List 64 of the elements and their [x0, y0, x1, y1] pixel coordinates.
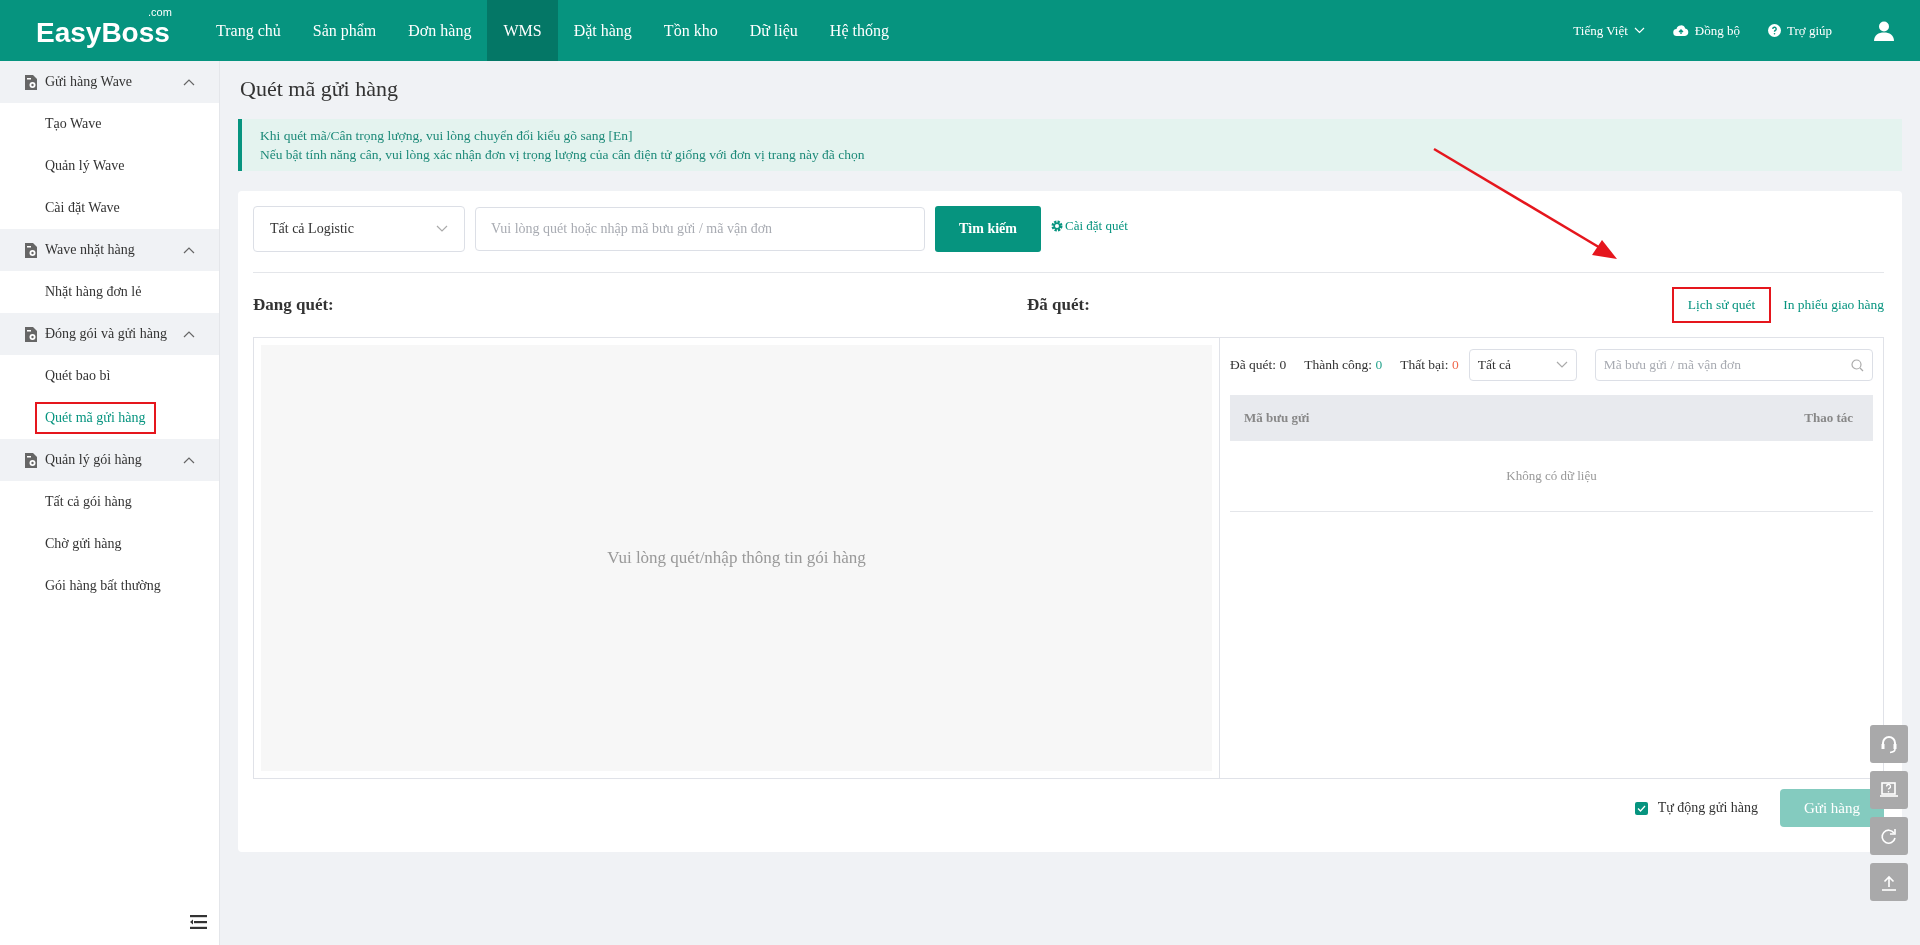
nav-tab[interactable]: Tồn kho [647, 0, 734, 61]
upload-button[interactable] [1870, 863, 1908, 901]
sidebar-group-header[interactable]: Đóng gói và gửi hàng [0, 313, 219, 355]
caret-icon [1633, 27, 1645, 34]
nav-tab[interactable]: Trang chủ [200, 0, 297, 61]
stat-label: Đã quét: 0 [1230, 357, 1287, 373]
help-button[interactable]: Trợ giúp [1767, 22, 1832, 39]
sidebar-item[interactable]: Cài đặt Wave [35, 192, 130, 224]
nav-tab[interactable]: Sản phẩm [296, 0, 393, 61]
section-title: Đã quét: [1027, 295, 1090, 315]
sidebar-item[interactable]: Gói hàng bất thường [35, 570, 171, 602]
gear-icon [1051, 220, 1063, 232]
sidebar-item[interactable]: Quét bao bì [35, 360, 121, 392]
search-icon [1851, 358, 1864, 372]
sidebar-item[interactable]: Nhặt hàng đơn lẻ [35, 276, 152, 308]
headset-button[interactable] [1870, 725, 1908, 763]
sidebar-group-header[interactable]: Wave nhặt hàng [0, 229, 219, 271]
scan-history-link[interactable]: Lịch sử quét [1671, 287, 1772, 323]
section-title: Đang quét: [253, 295, 334, 314]
caret-icon [436, 225, 448, 233]
document-gear-icon [24, 452, 38, 468]
sidebar-item[interactable]: Tất cả gói hàng [35, 486, 142, 518]
collapse-menu-icon[interactable] [190, 915, 207, 929]
user-icon[interactable] [1874, 20, 1894, 41]
page-title: Quét mã gửi hàng [240, 75, 399, 103]
nav-tab[interactable]: Hệ thống [813, 0, 905, 61]
auto-send-checkbox[interactable] [1634, 801, 1648, 815]
nav-tab[interactable]: WMS [487, 0, 558, 61]
sidebar-group-header[interactable]: Gửi hàng Wave [0, 61, 219, 103]
search-field[interactable]: Vui lòng quét hoặc nhập mã bưu gửi / mã vận đơn [475, 207, 925, 251]
scan-settings-link[interactable]: Cài đặt quét [1051, 218, 1128, 234]
sync-button[interactable]: Đồng bộ [1672, 22, 1740, 39]
status-select[interactable]: Tất cả [1468, 349, 1577, 381]
sidebar-item[interactable]: Chờ gửi hàng [35, 528, 132, 560]
stat-label: Thất bại: 0 [1400, 357, 1459, 373]
help-book-button[interactable] [1870, 771, 1908, 809]
column-header: Thao tác [1804, 410, 1853, 426]
logo-suffix: .com [148, 6, 172, 18]
logo-text: EasyBoss [36, 17, 170, 49]
help-icon [1767, 24, 1781, 37]
nav-tab[interactable]: Đặt hàng [557, 0, 648, 61]
search-button[interactable]: Tìm kiếm [935, 206, 1041, 252]
sidebar-item[interactable]: Quản lý Wave [35, 150, 135, 182]
refresh-button[interactable] [1870, 817, 1908, 855]
sidebar-group-header[interactable]: Quản lý gói hàng [0, 439, 219, 481]
nav-tab[interactable]: Dữ liệu [733, 0, 814, 61]
logistics-select[interactable]: Tất cả Logistic [253, 206, 465, 252]
empty-message: Vui lòng quét/nhập thông tin gói hàng [607, 548, 866, 568]
caret-icon [1555, 361, 1568, 369]
language-select[interactable]: Tiếng Việt [1573, 22, 1645, 39]
document-gear-icon [24, 326, 38, 342]
document-gear-icon [24, 242, 38, 258]
checkbox-label: Tự động gửi hàng [1657, 800, 1758, 816]
nav-tab[interactable]: Đơn hàng [392, 0, 488, 61]
scanned-search-field[interactable]: Mã bưu gửi / mã vận đơn [1594, 349, 1873, 381]
notice-banner: Khi quét mã/Cân trọng lượng, vui lòng chuyển đổi kiểu gõ sang [En] Nếu bật tính năng cân, vui lòng xác nhận đơn vị trọng lượng của cân điện tử giống với đơn vị trang này đã chọn [238, 119, 1902, 171]
document-gear-icon [24, 74, 38, 90]
print-delivery-note-link[interactable]: In phiếu giao hàng [1783, 297, 1884, 313]
empty-message: Không có dữ liệu [1506, 468, 1597, 484]
stat-label: Thành công: 0 [1304, 357, 1383, 373]
sidebar-item[interactable]: Tạo Wave [35, 108, 112, 140]
column-header: Mã bưu gửi [1244, 410, 1310, 426]
cloud-upload-icon [1672, 24, 1689, 37]
sidebar-item[interactable]: Quét mã gửi hàng [35, 402, 156, 434]
